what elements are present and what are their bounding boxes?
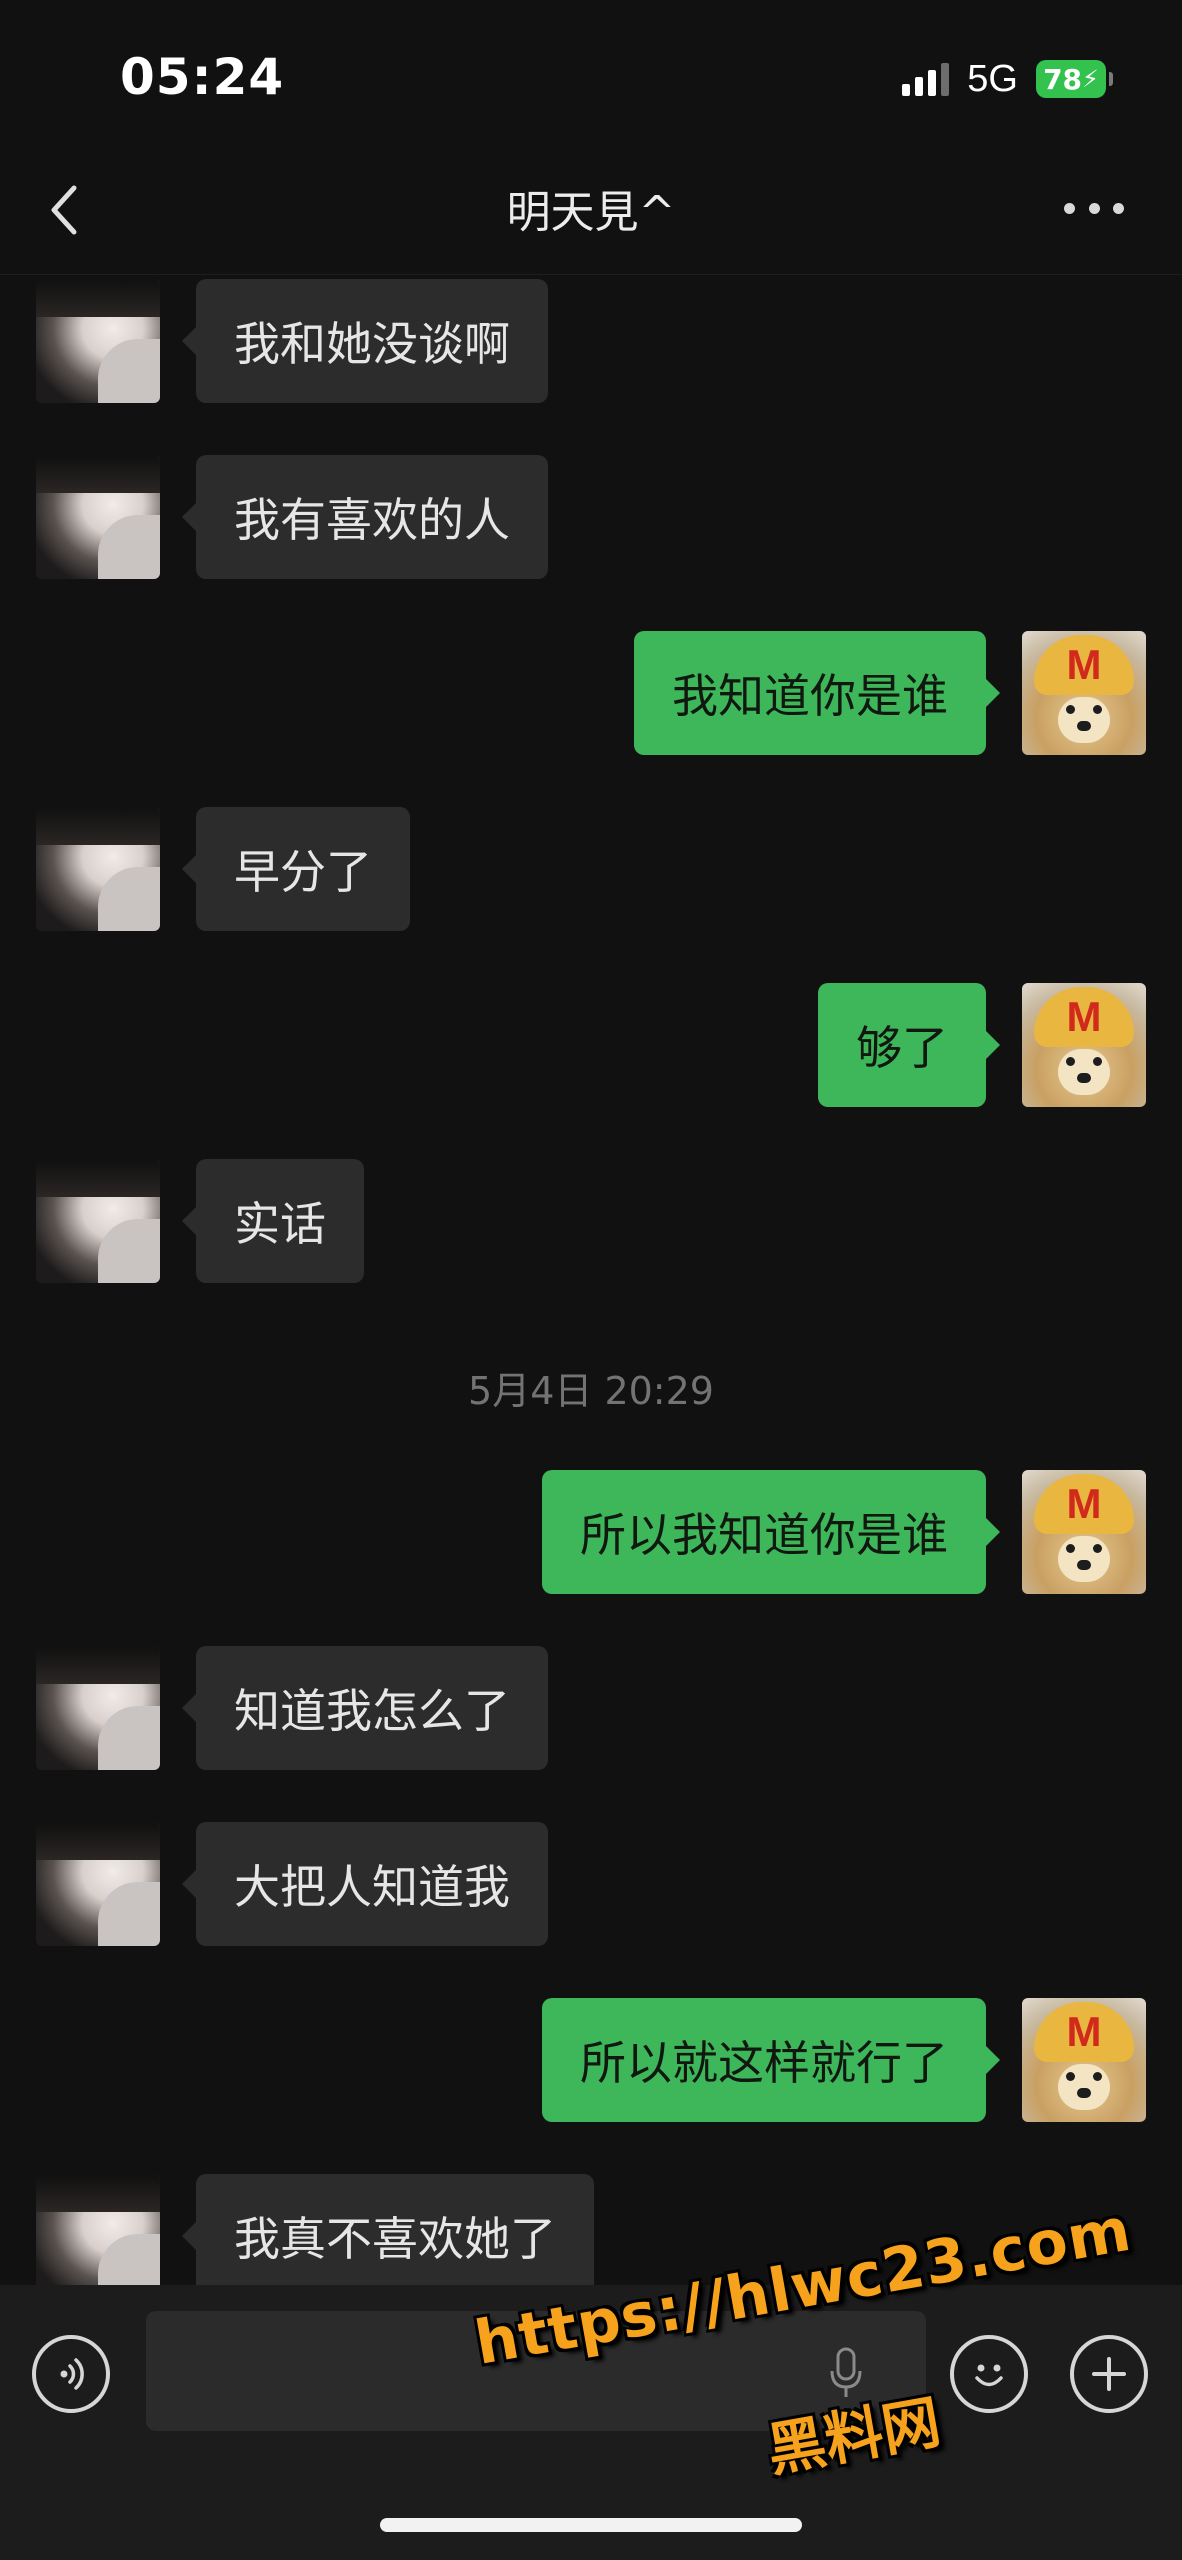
avatar-eye bbox=[1066, 1057, 1075, 1066]
avatar-nose bbox=[1077, 1073, 1091, 1083]
message-row: 我和她没谈啊 bbox=[0, 277, 1182, 403]
incoming-message-bubble[interactable]: 我有喜欢的人 bbox=[182, 455, 548, 579]
voice-button[interactable] bbox=[32, 2335, 110, 2413]
friend-avatar[interactable] bbox=[36, 279, 160, 403]
avatar-face bbox=[1058, 1049, 1110, 1095]
message-timestamp: 5月4日 20:29 bbox=[468, 1369, 714, 1413]
avatar-eye bbox=[1093, 705, 1102, 714]
avatar-eye bbox=[1066, 1544, 1075, 1553]
plus-button[interactable] bbox=[1070, 2335, 1148, 2413]
message-row: 我有喜欢的人 bbox=[0, 453, 1182, 579]
outgoing-message-bubble[interactable]: 够了 bbox=[818, 983, 1000, 1107]
friend-avatar[interactable] bbox=[36, 1822, 160, 1946]
message-row: 知道我怎么了 bbox=[0, 1644, 1182, 1770]
more-button[interactable] bbox=[1064, 188, 1124, 228]
message-row: 所以我知道你是谁 M bbox=[0, 1468, 1182, 1594]
avatar-eye bbox=[1066, 705, 1075, 714]
mic-icon bbox=[830, 2347, 862, 2397]
incoming-message-bubble[interactable]: 我真不喜欢她了 bbox=[182, 2174, 594, 2285]
mcdonalds-hat-icon: M bbox=[1034, 2002, 1134, 2062]
message-row: 大把人知道我 bbox=[0, 1820, 1182, 1946]
message-input[interactable] bbox=[146, 2311, 926, 2431]
mcdonalds-hat-icon: M bbox=[1034, 635, 1134, 695]
voice-icon bbox=[60, 2358, 84, 2390]
avatar-eye bbox=[1093, 1057, 1102, 1066]
avatar-face bbox=[1058, 2064, 1110, 2110]
emoji-icon bbox=[975, 2364, 1003, 2387]
mcdonalds-hat-icon: M bbox=[1034, 987, 1134, 1047]
chat-header: 明天見^ bbox=[0, 150, 1182, 274]
outgoing-message-bubble[interactable]: 所以我知道你是谁 bbox=[542, 1470, 1000, 1594]
signal-icon bbox=[902, 62, 950, 96]
emoji-button[interactable] bbox=[950, 2335, 1028, 2413]
mcdonalds-hat-icon: M bbox=[1034, 1474, 1134, 1534]
chat-screen: 05:24 5G 78 ⚡ 明天見^ 我和她没谈啊 我有喜欢的人 我知道你是谁 … bbox=[0, 0, 1182, 2560]
friend-avatar[interactable] bbox=[36, 807, 160, 931]
friend-avatar[interactable] bbox=[36, 1646, 160, 1770]
message-list[interactable]: 我和她没谈啊 我有喜欢的人 我知道你是谁 M 早分了 够了 M 实话 5月4日 … bbox=[0, 275, 1182, 2285]
more-dot bbox=[1088, 202, 1100, 214]
message-row: 实话 bbox=[0, 1157, 1182, 1283]
friend-avatar[interactable] bbox=[36, 1159, 160, 1283]
avatar-nose bbox=[1077, 721, 1091, 731]
my-avatar[interactable]: M bbox=[1022, 631, 1146, 755]
message-row: 我真不喜欢她了 bbox=[0, 2172, 1182, 2285]
plus-icon bbox=[1092, 2357, 1126, 2391]
battery-icon: 78 ⚡ bbox=[1036, 60, 1113, 98]
avatar-face bbox=[1058, 697, 1110, 743]
avatar-nose bbox=[1077, 2088, 1091, 2098]
outgoing-message-bubble[interactable]: 我知道你是谁 bbox=[634, 631, 1000, 755]
status-indicators: 5G 78 ⚡ bbox=[902, 56, 1113, 102]
my-avatar[interactable]: M bbox=[1022, 983, 1146, 1107]
network-type: 5G bbox=[967, 57, 1018, 100]
message-row: 早分了 bbox=[0, 805, 1182, 931]
more-dot bbox=[1113, 202, 1124, 214]
incoming-message-bubble[interactable]: 知道我怎么了 bbox=[182, 1646, 548, 1770]
avatar-nose bbox=[1077, 1560, 1091, 1570]
input-bar bbox=[0, 2285, 1182, 2560]
incoming-message-bubble[interactable]: 实话 bbox=[182, 1159, 364, 1283]
my-avatar[interactable]: M bbox=[1022, 1470, 1146, 1594]
chat-title: 明天見^ bbox=[506, 187, 676, 238]
battery-level: 78 bbox=[1043, 62, 1083, 96]
incoming-message-bubble[interactable]: 大把人知道我 bbox=[182, 1822, 548, 1946]
incoming-message-bubble[interactable]: 早分了 bbox=[182, 807, 410, 931]
message-row: 所以就这样就行了 M bbox=[0, 1996, 1182, 2122]
home-indicator[interactable] bbox=[380, 2518, 802, 2532]
my-avatar[interactable]: M bbox=[1022, 1998, 1146, 2122]
avatar-eye bbox=[1093, 2072, 1102, 2081]
status-time: 05:24 bbox=[120, 48, 285, 106]
message-row: 我知道你是谁 M bbox=[0, 629, 1182, 755]
incoming-message-bubble[interactable]: 我和她没谈啊 bbox=[182, 279, 548, 403]
more-dots-icon bbox=[1064, 202, 1075, 214]
avatar-eye bbox=[1066, 2072, 1075, 2081]
message-row: 够了 M bbox=[0, 981, 1182, 1107]
avatar-eye bbox=[1093, 1544, 1102, 1553]
friend-avatar[interactable] bbox=[36, 455, 160, 579]
friend-avatar[interactable] bbox=[36, 2174, 160, 2285]
charging-icon: ⚡ bbox=[1082, 65, 1099, 93]
avatar-face bbox=[1058, 1536, 1110, 1582]
outgoing-message-bubble[interactable]: 所以就这样就行了 bbox=[542, 1998, 1000, 2122]
